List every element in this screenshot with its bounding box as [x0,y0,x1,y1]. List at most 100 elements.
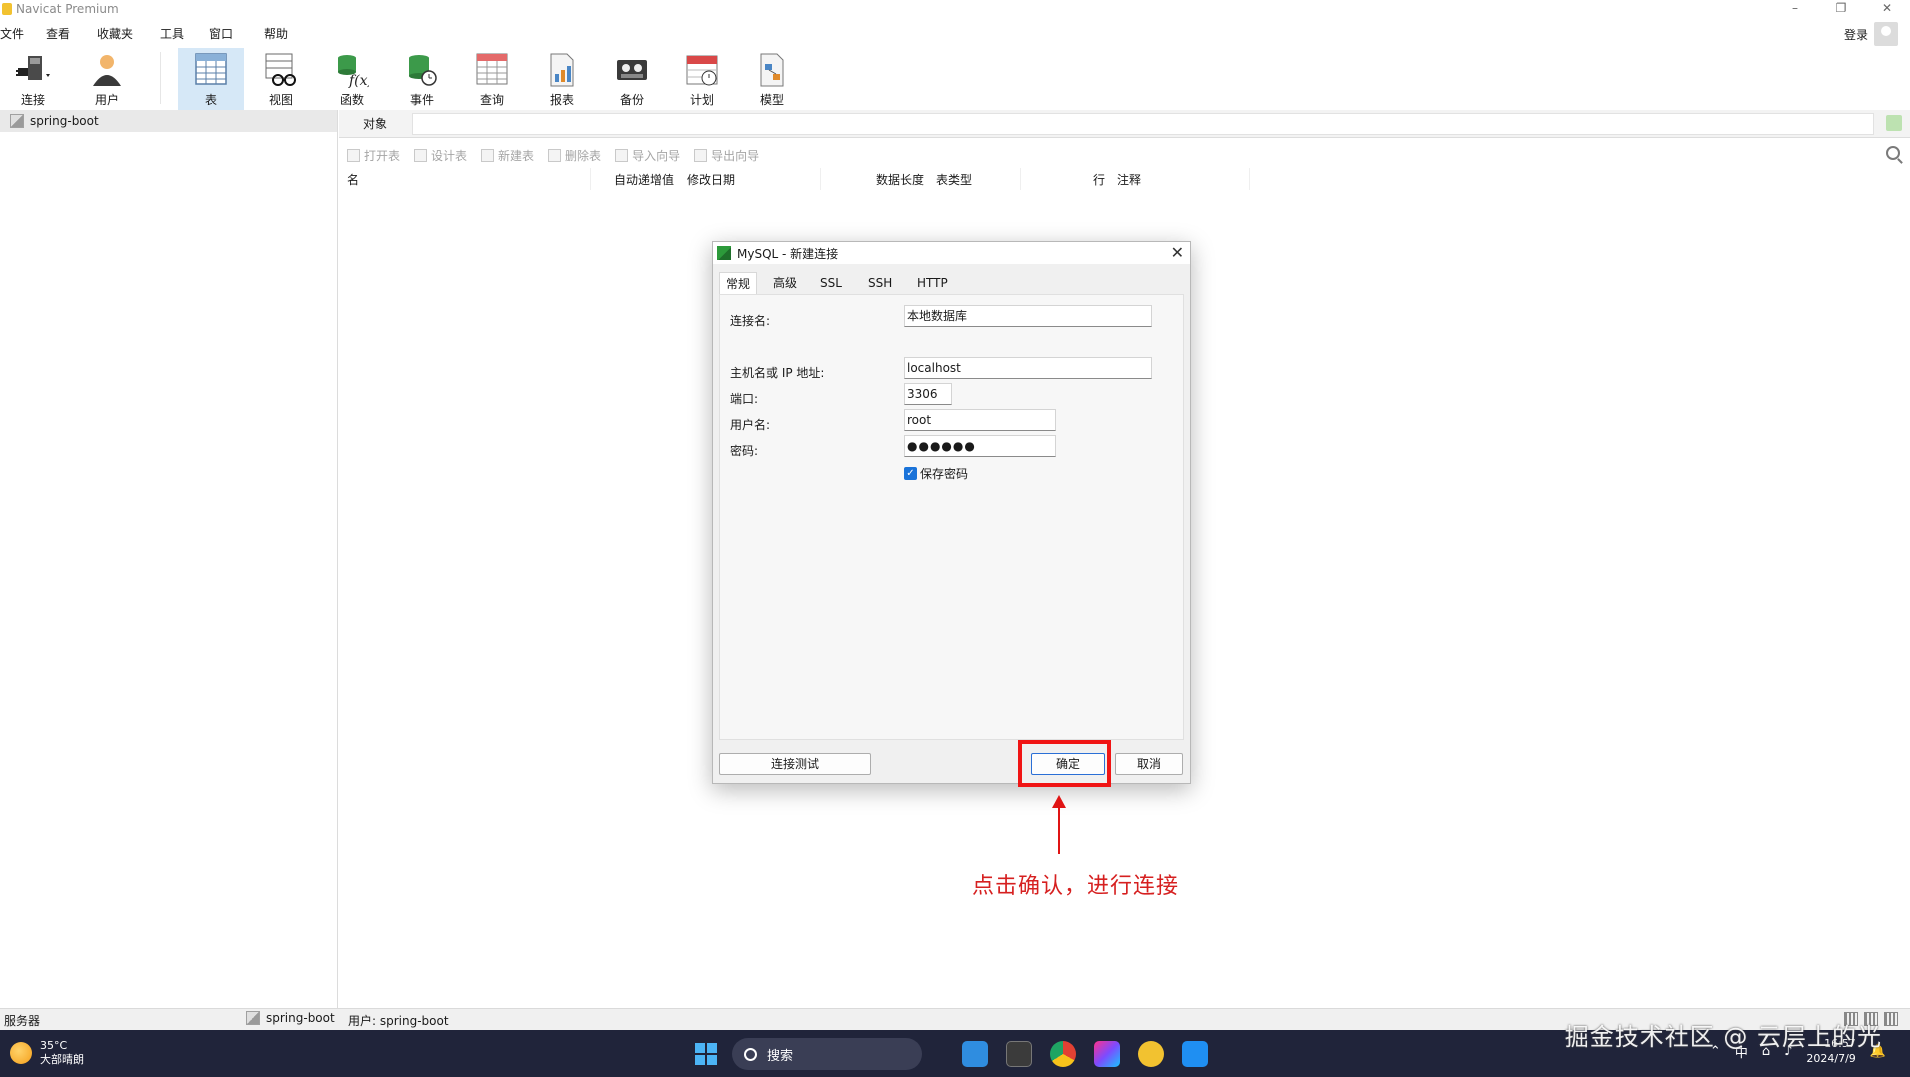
delete-table-button[interactable]: 删除表 [548,147,601,164]
plug-icon [16,52,50,88]
detail-view-icon[interactable] [1884,1012,1898,1026]
column-comment[interactable]: 注释 [1117,171,1141,188]
open-table-icon [347,148,360,162]
conn-name-field[interactable]: 本地数据库 [904,305,1152,327]
column-table-type[interactable]: 表类型 [936,171,972,188]
toolbar-schedule-button[interactable]: 计划 [669,48,735,110]
design-table-button[interactable]: 设计表 [414,147,467,164]
column-rows[interactable]: 行 [1093,171,1105,188]
mysql-logo-icon [717,246,731,260]
column-data-length[interactable]: 数据长度 [876,171,924,188]
weather-temp: 35°C [40,1039,68,1052]
column-divider[interactable] [590,168,591,190]
weather-widget[interactable]: 35°C 大部晴朗 [10,1039,84,1067]
view-icon [264,52,298,88]
new-table-button[interactable]: 新建表 [481,147,534,164]
login-link[interactable]: 登录 [1844,26,1868,43]
save-password-checkbox[interactable]: ✓ 保存密码 [904,465,968,482]
main-toolbar: 连接 用户 表 视图 f(x) 函数 事件 查询 [0,46,1910,110]
toolbar-backup-button[interactable]: 备份 [599,48,665,110]
host-label: 主机名或 IP 地址: [730,366,825,380]
toolbar-separator [160,52,161,104]
highlight-box [1018,740,1111,787]
tab-general[interactable]: 常规 [719,272,758,296]
action-label: 导入向导 [632,148,681,163]
column-name[interactable]: 名 [347,171,359,188]
export-wizard-button[interactable]: 导出向导 [694,147,759,164]
username-field[interactable]: root [904,409,1056,431]
windows-start-icon[interactable] [695,1043,717,1065]
new-table-icon [481,148,495,162]
toolbar-model-button[interactable]: 模型 [739,48,805,110]
function-icon: f(x) [335,52,373,89]
column-divider[interactable] [820,168,821,190]
vscode-icon[interactable] [962,1041,988,1067]
menu-favorites[interactable]: 收藏夹 [97,25,133,42]
tab-http[interactable]: HTTP [911,272,954,294]
toolbar-label: 计划 [689,93,714,107]
column-divider[interactable] [1249,168,1250,190]
toolbar-event-button[interactable]: 事件 [389,48,455,110]
dialog-tabs: 常规 高级 SSL SSH HTTP [713,272,1190,296]
status-connection: spring-boot [246,1011,335,1025]
svg-text:f(x): f(x) [348,73,369,88]
toolbar-label: 连接 [20,93,45,107]
menu-file[interactable]: 文件 [0,25,24,42]
toolbar-label: 模型 [759,93,784,107]
event-icon [405,52,439,88]
toolbar-function-button[interactable]: f(x) 函数 [319,48,385,110]
toolbar-connect-button[interactable]: 连接 [0,48,66,110]
object-toolbar: 打开表 设计表 新建表 删除表 导入向导 导出向导 [339,142,1910,168]
dialog-close-icon[interactable]: ✕ [1171,243,1184,262]
cancel-button[interactable]: 取消 [1115,753,1183,775]
navicat-app-icon [2,3,12,15]
watermark: 掘金技术社区 @ 云层上的光 [1564,1023,1882,1051]
add-object-icon[interactable] [1886,115,1902,131]
feishu-icon[interactable] [1182,1041,1208,1067]
navicat-icon[interactable] [1138,1041,1164,1067]
minimize-button[interactable]: – [1772,0,1818,18]
weather-desc: 大部晴朗 [40,1053,84,1066]
tab-ssl[interactable]: SSL [814,272,848,294]
host-field[interactable]: localhost [904,357,1152,379]
toolbar-table-button[interactable]: 表 [178,48,244,110]
tab-objects[interactable]: 对象 [339,110,411,138]
import-wizard-button[interactable]: 导入向导 [615,147,680,164]
column-modified-date[interactable]: 修改日期 [687,171,735,188]
intellij-icon[interactable] [1094,1041,1120,1067]
toolbar-query-button[interactable]: 查询 [459,48,525,110]
restore-button[interactable]: ❐ [1818,0,1864,18]
model-icon [755,52,789,88]
taskbar-search[interactable]: 搜索 [732,1038,922,1070]
tab-advanced[interactable]: 高级 [767,272,803,294]
column-divider[interactable] [1020,168,1021,190]
tree-item-connection[interactable]: spring-boot [0,110,337,132]
close-window-button[interactable]: ✕ [1864,0,1910,18]
object-column-header: 名 自动递增值 修改日期 数据长度 表类型 行 注释 [339,168,1910,190]
search-icon[interactable] [1886,146,1900,160]
general-tab-panel: 连接名: 本地数据库 主机名或 IP 地址: localhost 端口: 330… [719,294,1184,740]
toolbar-report-button[interactable]: 报表 [529,48,595,110]
open-table-button[interactable]: 打开表 [347,147,400,164]
toolbar-view-button[interactable]: 视图 [248,48,314,110]
toolbar-user-button[interactable]: 用户 [74,48,140,110]
port-field[interactable]: 3306 [904,383,952,405]
report-icon [545,52,579,88]
chrome-icon[interactable] [1050,1041,1076,1067]
column-auto-increment[interactable]: 自动递增值 [614,171,674,188]
window-title: Navicat Premium [16,2,119,16]
menu-help[interactable]: 帮助 [264,25,288,42]
annotation-text: 点击确认，进行连接 [972,874,1180,899]
tab-ssh[interactable]: SSH [862,272,898,294]
save-password-label: 保存密码 [920,467,969,481]
test-connection-button[interactable]: 连接测试 [719,753,871,775]
avatar[interactable] [1874,22,1898,46]
terminal-icon[interactable] [1006,1041,1032,1067]
menu-view[interactable]: 查看 [46,25,70,42]
menu-window[interactable]: 窗口 [209,25,233,42]
password-field[interactable]: ●●●●●● [904,435,1056,457]
action-label: 新建表 [498,148,535,163]
toolbar-label: 报表 [549,93,574,107]
dialog-title-bar[interactable]: MySQL - 新建连接 ✕ [713,242,1190,264]
menu-tools[interactable]: 工具 [160,25,184,42]
